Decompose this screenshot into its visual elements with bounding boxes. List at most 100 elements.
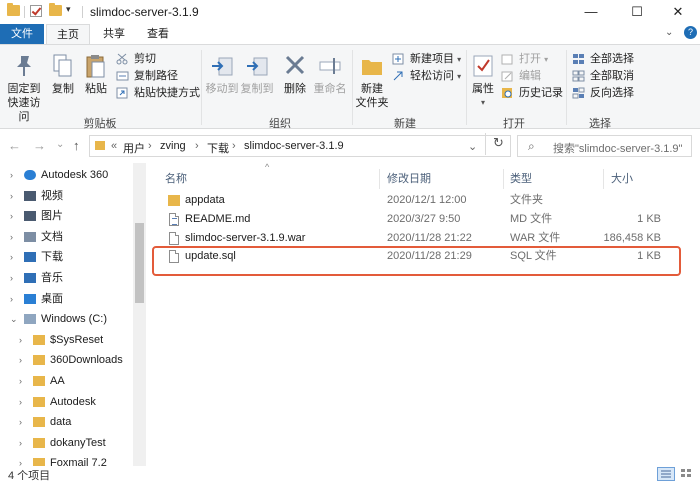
forward-button[interactable]: → (33, 138, 46, 153)
chevron-down-icon[interactable]: ⌄ (10, 309, 18, 329)
tree-item[interactable]: › 文档 (0, 227, 132, 247)
address-dropdown-icon[interactable]: ⌄ (468, 140, 477, 153)
select-none-button[interactable]: 全部取消 (572, 68, 634, 84)
divider (24, 6, 25, 18)
chevron-right-icon[interactable]: › (19, 412, 22, 432)
collapse-ribbon-icon[interactable]: ⌄ (665, 27, 673, 38)
copy-to-button[interactable]: 复制到 (240, 53, 274, 96)
tree-item[interactable]: › Autodesk (0, 392, 132, 412)
tree-item[interactable]: › 360Downloads (0, 350, 132, 370)
tab-share[interactable]: 共享 (94, 24, 134, 45)
tree-item[interactable]: ⌄ Windows (C:) (0, 309, 132, 329)
large-icons-view-button[interactable] (678, 467, 696, 481)
divider[interactable] (503, 169, 504, 189)
window-title: slimdoc-server-3.1.9 (90, 5, 199, 19)
easy-access-button[interactable]: 轻松访问 ▾ (392, 68, 461, 84)
open-button[interactable]: 打开 ▾ (501, 51, 548, 67)
paste-shortcut-icon (116, 87, 129, 99)
copy-path-button[interactable]: 复制路径 (116, 68, 178, 84)
tree-item[interactable]: › $SysReset (0, 330, 132, 350)
details-view-button[interactable] (657, 467, 675, 481)
chevron-right-icon[interactable]: › (10, 268, 13, 288)
new-folder-quick-access-icon[interactable] (49, 3, 62, 16)
chevron-right-icon[interactable]: › (19, 392, 22, 412)
tab-view[interactable]: 查看 (138, 24, 178, 45)
paste-shortcut-button[interactable]: 粘贴快捷方式 (116, 85, 200, 101)
properties-quick-access-icon[interactable] (30, 5, 42, 17)
chevron-right-icon[interactable]: › (10, 247, 13, 267)
breadcrumb-separator-icon: › (195, 140, 199, 152)
tree-item[interactable]: › 音乐 (0, 268, 132, 288)
breadcrumb-downloads[interactable]: 下载 (207, 140, 229, 156)
properties-icon (471, 53, 495, 79)
breadcrumb-zving[interactable]: zving (160, 140, 186, 152)
delete-button[interactable]: 删除 (281, 53, 309, 96)
column-header-size[interactable]: 大小 (611, 170, 633, 186)
tree-item[interactable]: › 下载 (0, 247, 132, 267)
tree-item[interactable]: › data (0, 412, 132, 432)
chevron-right-icon[interactable]: › (10, 206, 13, 226)
cut-button[interactable]: 剪切 (116, 51, 156, 67)
paste-button[interactable]: 粘贴 (81, 53, 111, 96)
refresh-button[interactable]: ↻ (485, 133, 511, 155)
move-to-button[interactable]: 移动到 (205, 53, 239, 96)
chevron-right-icon[interactable]: › (19, 350, 22, 370)
tab-file[interactable]: 文件 (0, 24, 44, 45)
chevron-right-icon[interactable]: › (10, 165, 13, 185)
help-icon[interactable]: ? (684, 26, 697, 39)
tree-item[interactable]: › dokanyTest (0, 433, 132, 453)
address-bar[interactable]: « 用户 › zving › 下载 › slimdoc-server-3.1.9… (89, 135, 511, 157)
file-date: 2020/3/27 9:50 (387, 212, 461, 225)
file-row[interactable]: README.md 2020/3/27 9:50 MD 文件 1 KB (165, 210, 685, 229)
tab-home[interactable]: 主页 (46, 24, 90, 45)
tree-item[interactable]: › Autodesk 360 (0, 165, 132, 185)
back-button[interactable]: ← (8, 138, 21, 153)
chevron-right-icon[interactable]: › (19, 433, 22, 453)
rename-button[interactable]: 重命名 (312, 53, 348, 96)
up-button[interactable]: ↑ (73, 138, 80, 153)
md-file-icon (169, 212, 179, 226)
breadcrumb-current[interactable]: slimdoc-server-3.1.9 (244, 140, 344, 152)
divider[interactable] (603, 169, 604, 189)
new-item-button[interactable]: 新建项目 ▾ (392, 51, 461, 67)
tree-item[interactable]: › 图片 (0, 206, 132, 226)
file-row[interactable]: slimdoc-server-3.1.9.war 2020/11/28 21:22… (165, 229, 685, 248)
breadcrumb-users[interactable]: 用户 (123, 140, 145, 156)
divider (566, 50, 567, 125)
pin-quick-access-button[interactable]: 固定到 快速访问 (4, 53, 44, 124)
properties-button[interactable]: 属性 ▾ (469, 53, 497, 110)
column-header-name[interactable]: 名称 (165, 170, 187, 186)
column-header-type[interactable]: 类型 (510, 170, 532, 186)
breadcrumb-overflow[interactable]: « (111, 140, 117, 152)
chevron-right-icon[interactable]: › (19, 330, 22, 350)
scrollbar-thumb[interactable] (135, 223, 144, 303)
tree-item[interactable]: › 桌面 (0, 289, 132, 309)
tree-item-label: Foxmail 7.2 (50, 457, 107, 466)
file-row[interactable]: appdata 2020/12/1 12:00 文件夹 (165, 191, 685, 210)
chevron-right-icon[interactable]: › (19, 371, 22, 391)
navigation-bar: ← → ⌄ ↑ « 用户 › zving › 下载 › slimdoc-serv… (0, 129, 700, 163)
invert-selection-button[interactable]: 反向选择 (572, 85, 634, 101)
nav-pane-scrollbar[interactable] (133, 163, 146, 466)
recent-locations-button[interactable]: ⌄ (56, 139, 64, 150)
copy-button[interactable]: 复制 (48, 53, 78, 96)
chevron-right-icon[interactable]: › (10, 227, 13, 247)
chevron-right-icon[interactable]: › (19, 453, 22, 466)
history-button[interactable]: 历史记录 (501, 85, 563, 101)
new-folder-button[interactable]: 新建 文件夹 (355, 53, 389, 110)
chevron-right-icon[interactable]: › (10, 186, 13, 206)
search-box[interactable]: ⌕ 搜索"slimdoc-server-3.1.9" (517, 135, 692, 157)
tree-item[interactable]: › AA (0, 371, 132, 391)
tree-item[interactable]: › Foxmail 7.2 (0, 453, 132, 466)
file-name: README.md (185, 212, 251, 225)
select-all-button[interactable]: 全部选择 (572, 51, 634, 67)
minimize-button[interactable]: — (568, 0, 614, 24)
quick-access-dropdown-icon[interactable]: ▾ (66, 4, 71, 15)
divider[interactable] (379, 169, 380, 189)
close-button[interactable]: ✕ (656, 0, 700, 24)
tree-item[interactable]: › 视频 (0, 186, 132, 206)
chevron-right-icon[interactable]: › (10, 289, 13, 309)
maximize-button[interactable]: ☐ (614, 0, 660, 24)
column-header-date[interactable]: 修改日期 (387, 170, 431, 186)
edit-button[interactable]: 编辑 (501, 68, 541, 84)
